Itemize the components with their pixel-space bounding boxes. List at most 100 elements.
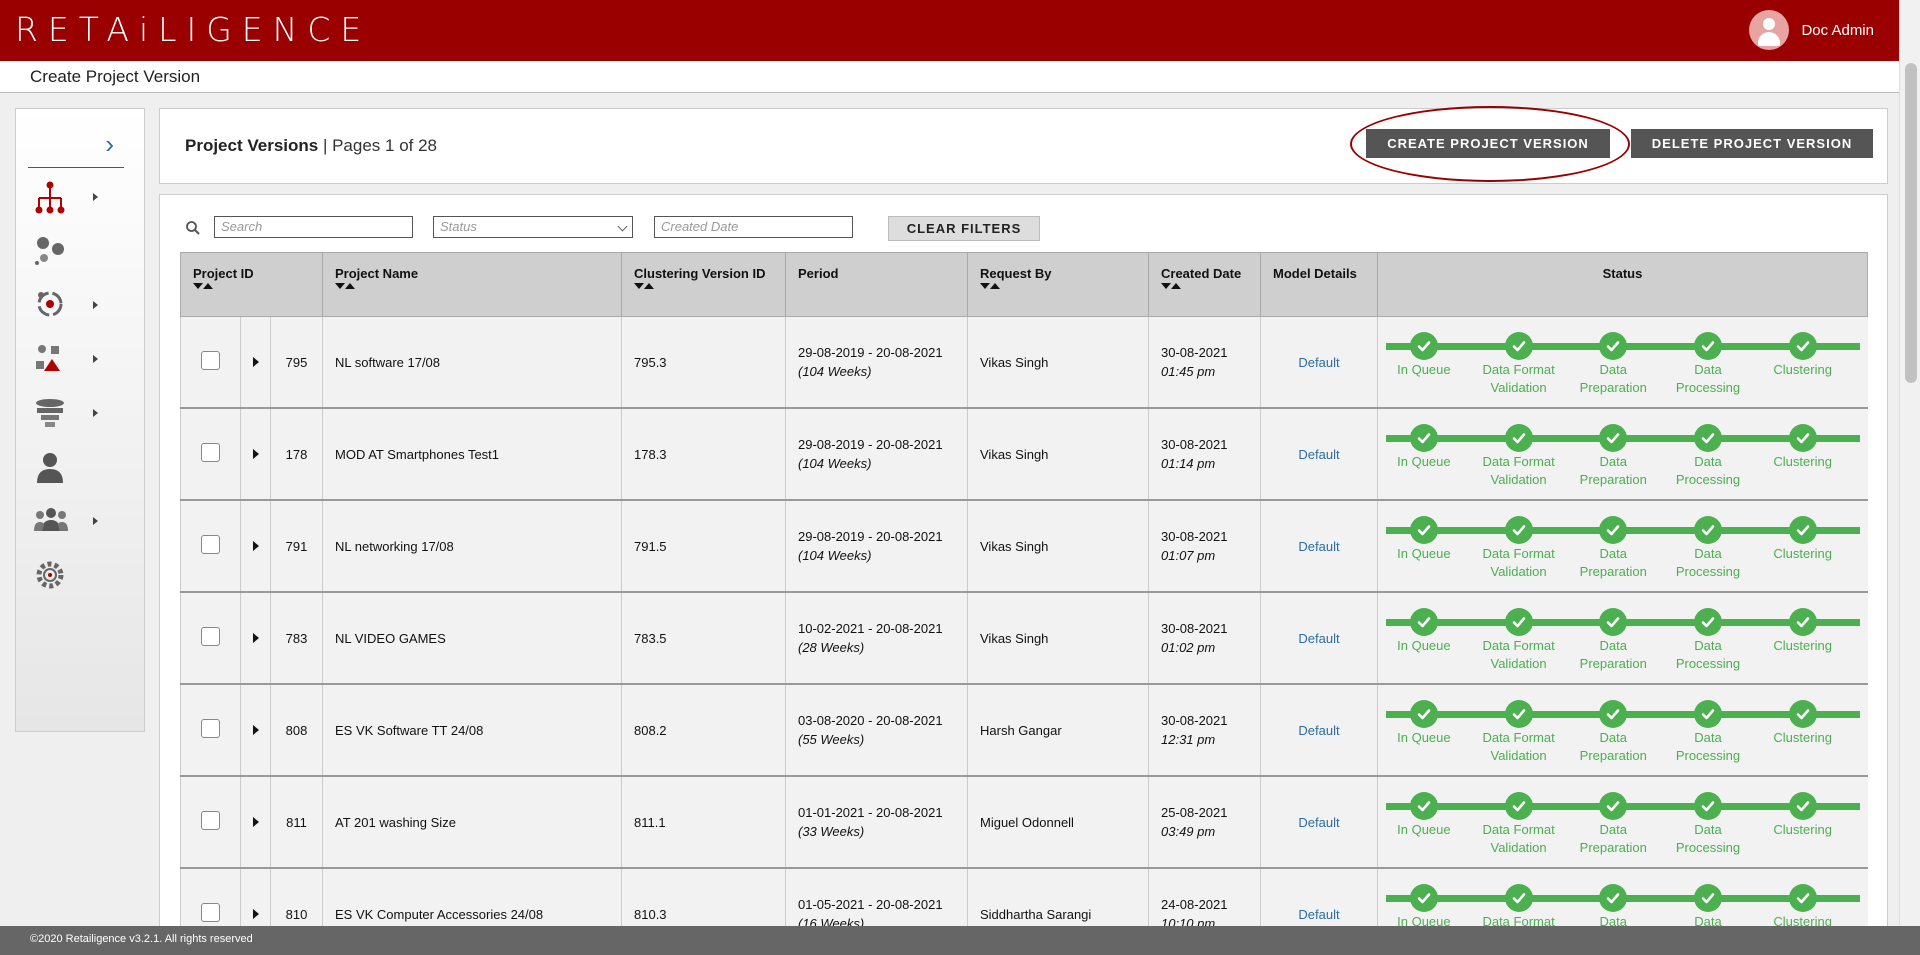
sidebar-item-cycle[interactable] xyxy=(34,289,98,329)
status-step-label: Data Preparation xyxy=(1579,362,1647,395)
created-time: 01:14 pm xyxy=(1161,456,1216,471)
clustering-version-id: 795.3 xyxy=(621,316,786,409)
column-header-project-name[interactable]: Project Name xyxy=(322,252,622,317)
sidebar-item-clusters[interactable] xyxy=(34,235,94,275)
row-select-cell xyxy=(180,684,241,777)
expand-row-icon[interactable] xyxy=(252,724,259,735)
period-weeks: (55 Weeks) xyxy=(798,732,865,747)
status-step-label: Data Processing xyxy=(1675,822,1741,855)
status-step-label: Data Processing xyxy=(1675,638,1741,671)
expand-row-icon[interactable] xyxy=(252,632,259,643)
column-header-created-date[interactable]: Created Date xyxy=(1148,252,1261,317)
search-input[interactable]: Search xyxy=(214,216,413,238)
created-date-input[interactable]: Created Date xyxy=(654,216,853,238)
status-step: Data Format Validation xyxy=(1473,513,1565,581)
user-name: Doc Admin xyxy=(1801,21,1874,39)
model-details-link[interactable]: Default xyxy=(1260,684,1378,777)
model-details-link[interactable]: Default xyxy=(1260,500,1378,593)
created-date: 30-08-2021 xyxy=(1161,621,1228,636)
status-progress-track: In Queue Data Format Validation Data Prepa… xyxy=(1386,421,1860,487)
table-row[interactable]: 178 MOD AT Smartphones Test1 178.3 29-08-20… xyxy=(180,408,1868,501)
sort-icon[interactable] xyxy=(980,283,1136,289)
status-select[interactable]: Status xyxy=(433,216,633,238)
check-circle-icon xyxy=(1599,516,1628,544)
sort-icon[interactable] xyxy=(1161,283,1248,289)
period-cell: 29-08-2019 - 20-08-2021 (104 Weeks) xyxy=(785,500,968,593)
column-header-project-id[interactable]: Project ID xyxy=(180,252,323,317)
period-cell: 01-01-2021 - 20-08-2021 (33 Weeks) xyxy=(785,776,968,869)
page-scrollbar[interactable] xyxy=(1899,0,1920,925)
model-details-link[interactable]: Default xyxy=(1260,776,1378,869)
row-checkbox[interactable] xyxy=(201,811,220,830)
row-checkbox[interactable] xyxy=(201,351,220,370)
row-checkbox[interactable] xyxy=(201,535,220,554)
table-row[interactable]: 795 NL software 17/08 795.3 29-08-2019 - 20… xyxy=(180,316,1868,409)
sort-icon[interactable] xyxy=(634,283,773,289)
row-select-cell xyxy=(180,316,241,409)
project-name: AT 201 washing Size xyxy=(322,776,622,869)
table-row[interactable]: 783 NL VIDEO GAMES 783.5 10-02-2021 - 20-08… xyxy=(180,592,1868,685)
check-circle-icon xyxy=(1693,332,1722,360)
created-date: 24-08-2021 xyxy=(1161,897,1228,912)
check-circle-icon xyxy=(1409,700,1438,728)
user-menu[interactable]: Doc Admin xyxy=(1749,10,1874,50)
request-by: Vikas Singh xyxy=(967,316,1149,409)
status-step-label: Data Processing xyxy=(1675,730,1741,763)
model-details-link[interactable]: Default xyxy=(1260,316,1378,409)
delete-project-version-button[interactable]: DELETE PROJECT VERSION xyxy=(1631,129,1873,158)
sort-icon[interactable] xyxy=(193,283,310,289)
row-checkbox[interactable] xyxy=(201,443,220,462)
status-step-label: Data Preparation xyxy=(1579,730,1647,763)
status-cell: In Queue Data Format Validation Data Prepa… xyxy=(1377,316,1868,409)
sidebar-item-user[interactable] xyxy=(34,451,94,491)
column-header-clustering-version[interactable]: Clustering Version ID xyxy=(621,252,786,317)
expand-row-icon[interactable] xyxy=(252,356,259,367)
created-date-cell: 30-08-2021 01:07 pm xyxy=(1148,500,1261,593)
row-expand-cell xyxy=(240,408,271,501)
users-icon xyxy=(34,508,68,531)
column-header-request-by[interactable]: Request By xyxy=(967,252,1149,317)
row-select-cell xyxy=(180,500,241,593)
sidebar-item-hierarchy[interactable] xyxy=(34,181,98,221)
sidebar: › xyxy=(15,108,145,732)
project-name: NL VIDEO GAMES xyxy=(322,592,622,685)
sort-icon[interactable] xyxy=(335,283,609,289)
sidebar-toggle-icon[interactable]: › xyxy=(105,131,114,157)
created-date: 30-08-2021 xyxy=(1161,529,1228,544)
sidebar-item-settings[interactable] xyxy=(34,559,94,599)
column-label: Clustering Version ID xyxy=(634,266,766,281)
column-label: Project ID xyxy=(193,266,254,281)
row-checkbox[interactable] xyxy=(201,627,220,646)
status-step: Data Processing xyxy=(1662,697,1754,765)
table-row[interactable]: 791 NL networking 17/08 791.5 29-08-2019 - … xyxy=(180,500,1868,593)
table-header-row: Project ID Project Name Clustering Versi… xyxy=(180,252,1868,317)
expand-row-icon[interactable] xyxy=(252,540,259,551)
table-row[interactable]: 811 AT 201 washing Size 811.1 01-01-2021 - … xyxy=(180,776,1868,869)
sidebar-item-users[interactable] xyxy=(34,505,98,545)
model-details-link[interactable]: Default xyxy=(1260,408,1378,501)
status-step: Data Format Validation xyxy=(1473,421,1565,489)
check-circle-icon xyxy=(1409,608,1438,636)
search-icon xyxy=(186,221,200,235)
check-circle-icon xyxy=(1788,516,1817,544)
expand-row-icon[interactable] xyxy=(252,448,259,459)
check-circle-icon xyxy=(1788,792,1817,820)
sidebar-item-funnel[interactable] xyxy=(34,397,98,437)
sidebar-item-shapes[interactable] xyxy=(34,343,98,383)
clear-filters-button[interactable]: CLEAR FILTERS xyxy=(888,216,1040,241)
row-checkbox[interactable] xyxy=(201,719,220,738)
row-checkbox[interactable] xyxy=(201,903,220,922)
check-circle-icon xyxy=(1693,700,1722,728)
column-label: Status xyxy=(1602,266,1643,281)
model-details-link[interactable]: Default xyxy=(1260,592,1378,685)
expand-row-icon[interactable] xyxy=(252,908,259,919)
period-weeks: (104 Weeks) xyxy=(798,456,872,471)
created-date: 30-08-2021 xyxy=(1161,345,1228,360)
scrollbar-thumb[interactable] xyxy=(1905,63,1917,383)
expand-row-icon[interactable] xyxy=(252,816,259,827)
create-project-version-button[interactable]: CREATE PROJECT VERSION xyxy=(1366,129,1610,158)
status-step: Clustering xyxy=(1757,329,1849,379)
status-progress-track: In Queue Data Format Validation Data Prepa… xyxy=(1386,513,1860,579)
status-step-label: Data Format Validation xyxy=(1482,638,1555,671)
table-row[interactable]: 808 ES VK Software TT 24/08 808.2 03-08-202… xyxy=(180,684,1868,777)
